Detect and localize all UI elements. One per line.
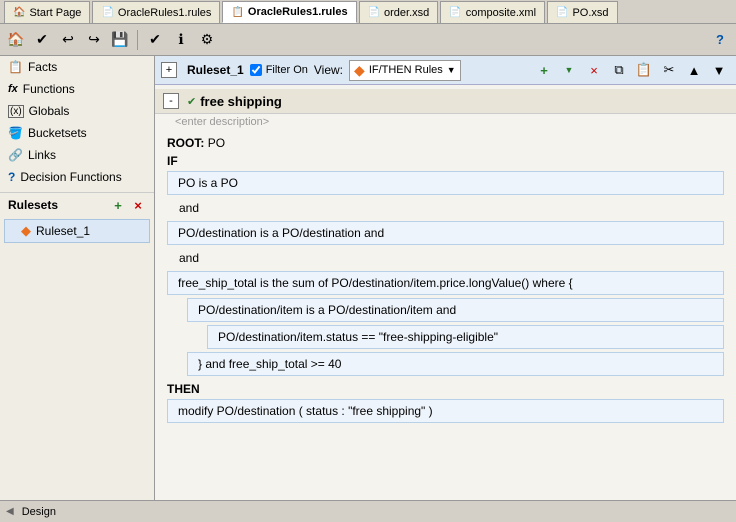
content-area: + Ruleset_1 Filter On View: ◆ IF/THEN Ru…	[155, 56, 736, 500]
po-xsd-icon: 📄	[556, 7, 568, 18]
sidebar-item-globals[interactable]: (x) Globals	[0, 100, 154, 122]
oracle-rules-main-icon: 📋	[231, 7, 243, 18]
ruleset-name-label: Ruleset_1	[187, 63, 244, 77]
down-button[interactable]: ▼	[708, 59, 730, 81]
view-label: View:	[314, 63, 343, 77]
filter-checkbox[interactable]	[250, 64, 262, 76]
and-connector-1: and	[167, 198, 724, 218]
globals-icon: (x)	[8, 105, 24, 118]
decision-functions-icon: ?	[8, 170, 15, 184]
rulesets-header: Rulesets + ×	[0, 192, 154, 217]
sidebar-item-facts[interactable]: 📋 Facts	[0, 56, 154, 78]
main-layout: 📋 Facts fx Functions (x) Globals 🪣 Bucke…	[0, 56, 736, 500]
then-keyword: THEN	[167, 382, 724, 396]
sidebar-item-links[interactable]: 🔗 Links	[0, 144, 154, 166]
composite-xml-icon: 📄	[449, 7, 461, 18]
save-button[interactable]: 💾	[108, 28, 132, 52]
main-toolbar: 🏠 ✔ ↩ ↪ 💾 ✔ ℹ ⚙ ?	[0, 24, 736, 56]
settings-button[interactable]: ⚙	[195, 28, 219, 52]
expand-ruleset-button[interactable]: +	[161, 62, 177, 78]
toolbar-sep-1	[137, 30, 138, 50]
status-label: Design	[22, 506, 56, 518]
paste-button[interactable]: 📋	[633, 59, 655, 81]
condition-item-is-a-item[interactable]: PO/destination/item is a PO/destination/…	[187, 298, 724, 322]
collapse-rule-button[interactable]: -	[163, 93, 179, 109]
rule-description[interactable]: <enter description>	[175, 114, 736, 130]
help-button[interactable]: ?	[708, 28, 732, 52]
tab-order-xsd[interactable]: 📄 order.xsd	[359, 1, 439, 23]
delete-rule-button[interactable]: ×	[583, 59, 605, 81]
tab-bar: 🏠 Start Page 📄 OracleRules1.rules 📋 Orac…	[0, 0, 736, 24]
view-dropdown[interactable]: ◆ IF/THEN Rules ▼	[349, 60, 461, 81]
order-xsd-icon: 📄	[368, 7, 380, 18]
condition-free-ship-total[interactable]: free_ship_total is the sum of PO/destina…	[167, 271, 724, 295]
root-line: ROOT: PO	[167, 136, 724, 150]
check-button[interactable]: ✔	[143, 28, 167, 52]
filter-label: Filter On	[266, 64, 308, 76]
add-rule-dropdown[interactable]: ▼	[558, 59, 580, 81]
validate-button[interactable]: ✔	[30, 28, 54, 52]
ruleset-item-1[interactable]: ◆ Ruleset_1	[4, 219, 150, 243]
and-connector-2: and	[167, 248, 724, 268]
sidebar: 📋 Facts fx Functions (x) Globals 🪣 Bucke…	[0, 56, 155, 500]
condition-closing-brace[interactable]: } and free_ship_total >= 40	[187, 352, 724, 376]
status-bar: ◀ Design	[0, 500, 736, 522]
cut-button[interactable]: ✂	[658, 59, 680, 81]
add-ruleset-button[interactable]: +	[110, 197, 126, 213]
dropdown-arrow-icon: ▼	[447, 65, 456, 75]
root-label: ROOT:	[167, 136, 204, 150]
rule-action-buttons: + ▼ × ⧉ 📋 ✂ ▲ ▼	[533, 59, 730, 81]
tab-oracle-rules-main[interactable]: 📋 OracleRules1.rules	[222, 1, 356, 23]
tab-start-page[interactable]: 🏠 Start Page	[4, 1, 90, 23]
condition-po-is-a-po[interactable]: PO is a PO	[167, 171, 724, 195]
tab-oracle-rules-1[interactable]: 📄 OracleRules1.rules	[92, 1, 220, 23]
tab-po-xsd[interactable]: 📄 PO.xsd	[547, 1, 618, 23]
up-button[interactable]: ▲	[683, 59, 705, 81]
start-page-icon: 🏠	[13, 7, 25, 18]
ruleset-icon: ◆	[21, 223, 31, 239]
condition-item-status[interactable]: PO/destination/item.status == "free-ship…	[207, 325, 724, 349]
functions-icon: fx	[8, 83, 18, 95]
view-option-label: IF/THEN Rules	[369, 64, 443, 76]
add-rule-button[interactable]: +	[533, 59, 555, 81]
links-icon: 🔗	[8, 148, 23, 162]
if-keyword: IF	[167, 154, 724, 168]
rule-header: - ✔ free shipping	[155, 89, 736, 114]
filter-area: Filter On	[250, 64, 308, 76]
sidebar-item-decision-functions[interactable]: ? Decision Functions	[0, 166, 154, 188]
home-button[interactable]: 🏠	[4, 28, 28, 52]
sidebar-item-bucketsets[interactable]: 🪣 Bucketsets	[0, 122, 154, 144]
undo-button[interactable]: ↩	[56, 28, 80, 52]
sidebar-item-functions[interactable]: fx Functions	[0, 78, 154, 100]
rule-title: free shipping	[200, 94, 282, 109]
remove-ruleset-button[interactable]: ×	[130, 197, 146, 213]
rule-content: - ✔ free shipping <enter description> RO…	[155, 85, 736, 500]
then-block: THEN modify PO/destination ( status : "f…	[167, 382, 724, 423]
status-icon: ◀	[6, 506, 14, 517]
view-dropdown-icon: ◆	[354, 62, 365, 79]
rule-enabled-check[interactable]: ✔	[187, 95, 196, 108]
info-button[interactable]: ℹ	[169, 28, 193, 52]
root-value: PO	[208, 136, 225, 150]
facts-icon: 📋	[8, 60, 23, 74]
copy-button[interactable]: ⧉	[608, 59, 630, 81]
ruleset-toolbar: + Ruleset_1 Filter On View: ◆ IF/THEN Ru…	[155, 56, 736, 85]
oracle-rules-1-icon: 📄	[101, 7, 113, 18]
rule-body: ROOT: PO IF PO is a PO and PO/destinatio…	[155, 130, 736, 432]
redo-button[interactable]: ↪	[82, 28, 106, 52]
ruleset-label-text: Ruleset_1	[187, 63, 244, 77]
tab-composite-xml[interactable]: 📄 composite.xml	[440, 1, 545, 23]
then-action-modify[interactable]: modify PO/destination ( status : "free s…	[167, 399, 724, 423]
condition-po-destination[interactable]: PO/destination is a PO/destination and	[167, 221, 724, 245]
bucketsets-icon: 🪣	[8, 126, 23, 140]
